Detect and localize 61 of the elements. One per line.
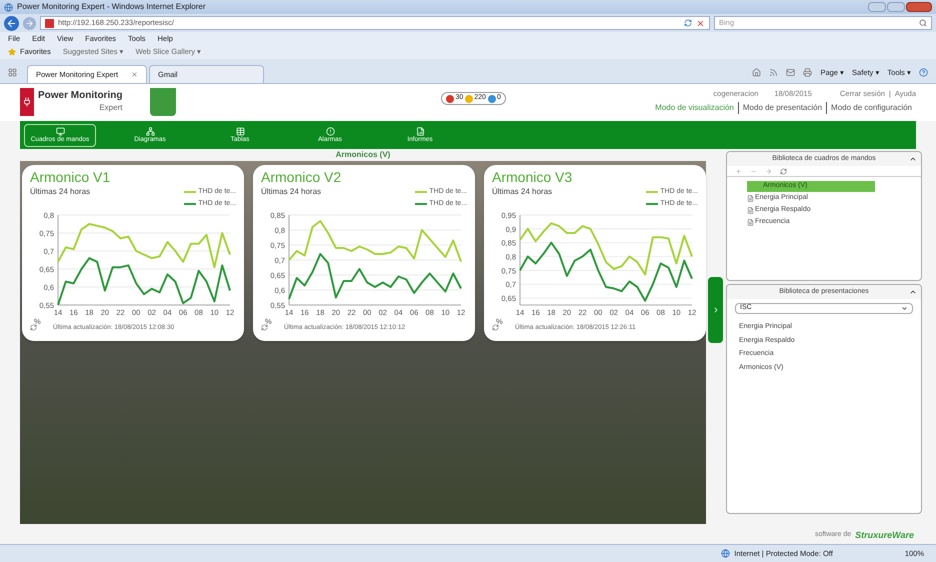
collapse-icon[interactable]	[909, 155, 917, 163]
alarm-status-icon	[465, 94, 474, 102]
search-icon[interactable]	[919, 19, 927, 27]
maximize-button[interactable]	[887, 2, 905, 12]
brand-logo: StruxureWare	[855, 528, 914, 542]
minimize-button[interactable]	[868, 2, 886, 12]
legend-swatch	[415, 202, 428, 205]
refresh-icon[interactable]	[780, 168, 787, 174]
logo-icon	[20, 88, 34, 116]
quick-tabs-icon[interactable]	[8, 68, 17, 77]
forward-button[interactable]	[23, 16, 36, 30]
star-icon	[8, 48, 16, 56]
card-title: Armonico V2	[261, 169, 342, 185]
move-icon[interactable]	[765, 168, 772, 174]
tables-icon	[236, 126, 244, 136]
panel-toggle-button[interactable]	[708, 277, 723, 343]
document-icon	[747, 207, 754, 214]
diagrams-icon	[146, 126, 154, 136]
mode-link[interactable]: Modo de presentación	[738, 102, 826, 114]
legend-swatch	[184, 202, 196, 205]
stop-icon[interactable]	[696, 18, 705, 28]
dropdown-caret-icon	[901, 305, 908, 312]
mode-link[interactable]: Modo de visualización	[651, 102, 738, 114]
refresh-icon[interactable]	[492, 324, 499, 332]
zone-icon	[721, 549, 730, 558]
print-icon[interactable]	[803, 68, 812, 77]
close-button[interactable]	[906, 2, 932, 12]
mode-link[interactable]: Modo de configuración	[826, 102, 916, 114]
help-icon[interactable]	[919, 68, 928, 77]
alarm-status-icon	[446, 94, 454, 102]
alarms-icon	[326, 126, 334, 136]
document-icon	[747, 195, 754, 202]
logo-subtitle: Expert	[99, 102, 122, 114]
collapse-icon[interactable]	[909, 288, 917, 296]
back-button[interactable]	[4, 16, 19, 30]
legend-swatch	[184, 191, 196, 194]
legend-swatch	[646, 191, 658, 194]
card-subtitle: Últimas 24 horas	[30, 186, 90, 198]
legend-swatch	[646, 202, 658, 205]
mail-icon[interactable]	[786, 68, 796, 77]
dashboards-icon	[56, 126, 64, 136]
reports-icon	[416, 126, 424, 136]
document-icon	[747, 219, 754, 226]
badge-picture	[150, 88, 176, 116]
logo-title: Power Monitoring	[38, 90, 122, 102]
card-subtitle: Últimas 24 horas	[261, 186, 322, 198]
home-icon[interactable]	[752, 68, 762, 77]
card-title: Armonico V1	[30, 169, 112, 185]
card-subtitle: Últimas 24 horas	[492, 186, 552, 198]
refresh-icon[interactable]	[261, 324, 268, 332]
refresh-icon[interactable]	[30, 324, 37, 332]
site-icon	[45, 18, 54, 28]
alarm-status-icon	[488, 94, 496, 102]
legend-swatch	[415, 191, 428, 194]
page-title: Armonicos (V)	[336, 149, 390, 161]
card-title: Armonico V3	[492, 169, 574, 185]
window-title: Power Monitoring Expert - Windows Internet Explorer	[17, 1, 206, 13]
close-tab-icon[interactable]	[131, 71, 138, 78]
feed-icon[interactable]	[769, 68, 778, 77]
browser-icon	[4, 2, 13, 12]
refresh-icon[interactable]	[684, 19, 692, 27]
